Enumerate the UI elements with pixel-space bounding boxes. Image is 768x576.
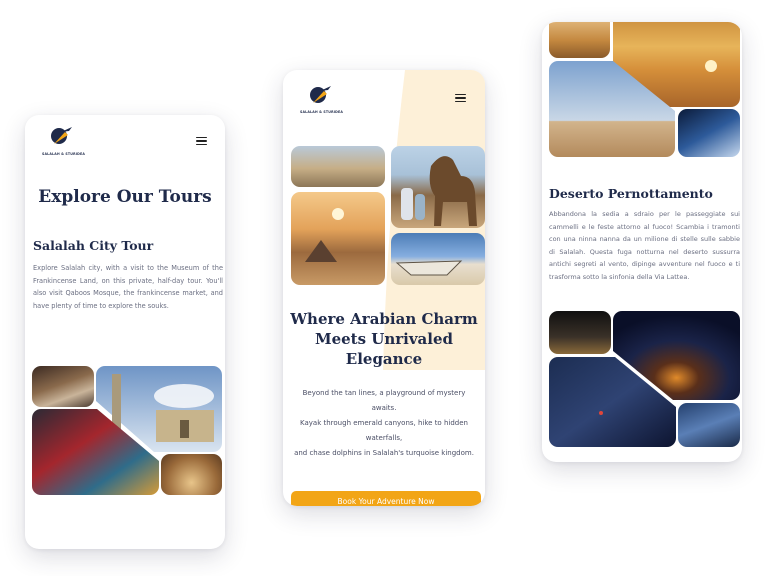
photo-textiles-market [32,409,159,495]
logo-airplane-icon[interactable] [307,82,333,108]
tagline-line-2: Kayak through emerald canyons, hike to h… [300,419,468,442]
tagline-line-1: Beyond the tan lines, a playground of my… [302,389,466,412]
photo-desert-landscape [549,61,675,157]
phone-screen-tours: SALALAH & STURIDEA Explore Our Tours Sal… [25,115,225,549]
photo-night-lantern [549,311,611,354]
hamburger-menu-icon[interactable] [196,137,207,145]
photo-desert-sunset [291,192,385,285]
photo-camel-family [391,146,485,228]
page-title: Explore Our Tours [38,187,212,207]
hamburger-menu-icon[interactable] [455,94,466,102]
logo-airplane-icon[interactable] [48,123,74,149]
logo-text: SALALAH & STURIDEA [300,110,344,114]
hero-tagline: Beyond the tan lines, a playground of my… [291,386,477,461]
photo-fort [291,146,385,187]
logo-text: SALALAH & STURIDEA [42,152,86,156]
photo-boat-beach [391,233,485,285]
hero-headline: Where Arabian Charm Meets Unrivaled Eleg… [290,310,478,368]
tagline-line-3: and chase dolphins in Salalah's turquois… [294,449,474,457]
tour-title: Salalah City Tour [33,238,154,253]
tour-description: Abbandona la sedia a sdraio per le passe… [549,210,740,281]
photo-dunes-small [549,22,610,58]
photo-mosque-interior [161,454,222,495]
book-adventure-button[interactable]: Book Your Adventure Now [291,491,481,506]
phone-screen-hero: SALALAH & STURIDEA Where Arabian Charm M… [283,70,485,506]
tour-description: Explore Salalah city, with a visit to th… [33,264,223,310]
photo-car-window [678,109,740,157]
photo-souk-alley [32,366,94,407]
photo-starry-dunes [678,403,740,447]
phone-screen-desert-tour: Deserto Pernottamento Abbandona la sedia… [542,22,742,462]
tour-title: Deserto Pernottamento [549,186,713,201]
photo-milky-way [549,357,676,447]
